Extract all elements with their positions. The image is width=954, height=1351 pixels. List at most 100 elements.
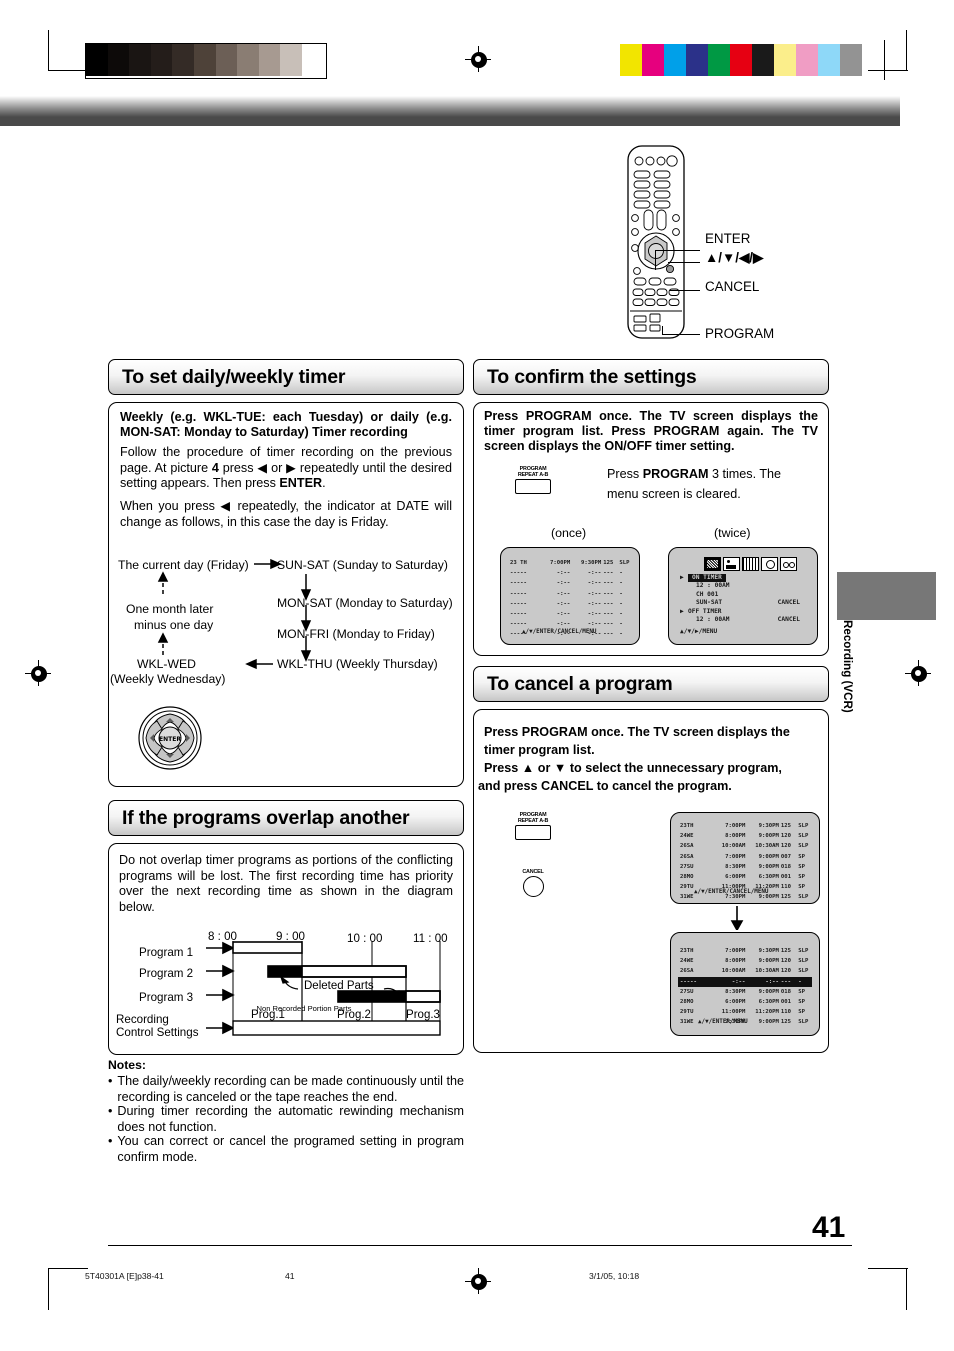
note-bullet: • [108,1104,113,1118]
chart-segment-label-prog3: Prog.3 [406,1009,440,1021]
gray-swatch [258,44,281,76]
crop-mark-bottom-left-v [48,1268,50,1310]
color-swatch-black [752,44,774,76]
osd-row: 28MO 6:00PM 6:30PM 001 SP [678,997,812,1007]
osd-cell: 6:30PM [758,999,779,1006]
color-patch-bar [620,44,862,76]
osd-row-label: ON TIMER [688,574,726,583]
osd-cell: 27SU [680,988,694,995]
osd-cell: --- [603,631,614,638]
registration-target-bottom [465,1268,491,1294]
osd-cell: -:-- [587,611,602,618]
section-heading-confirm: To confirm the settings [473,359,829,395]
osd-cell: 125 [603,560,614,566]
cancel-button-icon[interactable]: CANCEL [508,869,558,898]
osd-row: 23TH 7:00PM 9:30PM 125 SLP [678,946,812,956]
osd-row: ----- -:-- -:-- --- - [508,568,632,578]
remote-label-program: PROGRAM [705,326,775,341]
color-bar-edge-mark [884,40,886,80]
cancel-section-program-button-icon[interactable]: PROGRAM REPEAT A-B [508,812,558,841]
osd-cell: 26SA [680,853,694,860]
crop-mark-top-left-v [48,30,50,70]
osd-row: 24WE 8:00PM 9:00PM 120 SLP [678,956,812,966]
osd-cell: 120 [780,958,791,965]
osd-on-off-row: ▶ OFF TIMER [680,608,806,616]
leader-line-enter-vert [655,250,657,270]
osd-cell: 001 [780,874,791,881]
osd-cell: --- [603,600,614,607]
crop-mark-bottom-left-h [48,1268,88,1270]
osd-row: 27SU 8:30PM 9:00PM 018 SP [678,987,812,997]
osd-rows-once: 23 TH 7:00PM 9:30PM 125 SLP ----- -:-- -:-- --- -… [508,558,632,640]
chart-segment-label-prog1: Prog.1 [251,1009,285,1021]
cancel-button-shape[interactable] [522,876,544,898]
osd-cell: 28MO [680,999,694,1006]
osd-on-off-row: CH 001 [680,591,806,599]
tv-screen-timer-list-once: 23 TH 7:00PM 9:30PM 125 SLP ----- -:-- -:-- --- -… [500,547,640,645]
gray-swatch [86,44,108,76]
osd-row-right: CANCEL [777,599,800,607]
osd-cell: SP [798,999,805,1006]
notes-title: Notes: [108,1058,146,1072]
remote-label-cancel: CANCEL [705,279,760,294]
section-heading-cancel: To cancel a program [473,666,829,702]
osd-cell: 9:00PM [758,988,779,995]
osd-cell: 8:30PM [725,863,746,870]
program-repeat-button-icon[interactable]: PROGRAM REPEAT A-B [508,466,558,495]
osd-cell: 9:30PM [758,823,779,829]
osd-on-off-rows: ▶ ON TIMER 12 : 00AM CH 001 SUN-SAT CANCEL ▶ OF… [680,574,806,624]
osd-cell: SLP [798,1019,809,1026]
page-number-rule [108,1245,852,1247]
osd-on-off-row: 12 : 00AM [680,582,806,590]
osd-row: 23 TH 7:00PM 9:30PM 125 SLP [508,558,632,568]
confirm-paragraph: Press PROGRAM once. The TV screen displa… [484,409,818,454]
osd-cell: 23TH [680,948,694,954]
crop-mark-top-right-h [868,70,908,72]
color-swatch-pink [796,44,818,76]
color-swatch-cyan [664,44,686,76]
osd-row: ----- -:-- -:-- --- - [508,599,632,609]
osd-cell: --- [603,590,614,597]
osd-cell: --- [603,621,614,628]
osd-cell: SLP [798,958,809,965]
cancel-paragraph-line-4: and press CANCEL to cancel the program. [478,779,732,793]
vcr-icon [780,557,797,571]
note-item-2: • During timer recording the automatic r… [108,1104,464,1135]
leader-line-enter [655,250,700,252]
gray-swatch [129,44,151,76]
osd-on-off-row: ▶ ON TIMER [680,574,806,583]
chart-annotation-deleted-parts: Deleted Parts [304,980,374,992]
gray-swatch [237,44,259,76]
daily-weekly-paragraph-2: When you press ◀ repeatedly, the indicat… [120,499,452,529]
gray-swatch [150,44,173,76]
crop-mark-bottom-right-h [868,1268,908,1270]
color-swatch-light-blue [818,44,840,76]
footer-left: 5T40301A [E]p38-41 [85,1271,164,1281]
side-tab-label: Recording (VCR) [841,620,854,713]
osd-cell: ----- [510,580,527,587]
osd-cell: SP [798,874,805,881]
osd-cell: -:-- [731,978,746,985]
cycle-arrows [108,552,464,692]
program-button-shape[interactable] [515,479,551,495]
osd-cell: -:-- [587,621,602,628]
osd-footer-twice: ▲/▼/▶/MENU [680,628,718,635]
cancel-paragraph-line-1: Press PROGRAM once. The TV screen displa… [484,725,790,739]
osd-cell: 8:00PM [725,833,746,840]
osd-cell: -:-- [587,600,602,607]
footer-center: 41 [285,1271,295,1281]
osd-cell: ----- [510,600,527,607]
program-icon-line-2: REPEAT A-B [517,818,549,825]
remote-label-direction-pad: ▲/▼/◀/▶ [705,250,764,265]
osd-cell: SLP [798,833,809,840]
osd-row: 29TU 11:00PM 11:20PM 110 SP [678,1007,812,1017]
program-button-shape[interactable] [515,825,551,841]
osd-cell: SLP [619,560,630,566]
crop-mark-top-right-v [906,30,908,70]
registration-target-left [25,660,51,686]
osd-cell: - [619,570,623,577]
osd-cell: 24WE [680,833,694,840]
osd-cell: 29TU [680,1009,694,1016]
note-item-1: • The daily/weekly recording can be made… [108,1074,464,1105]
osd-cell: - [619,580,623,587]
